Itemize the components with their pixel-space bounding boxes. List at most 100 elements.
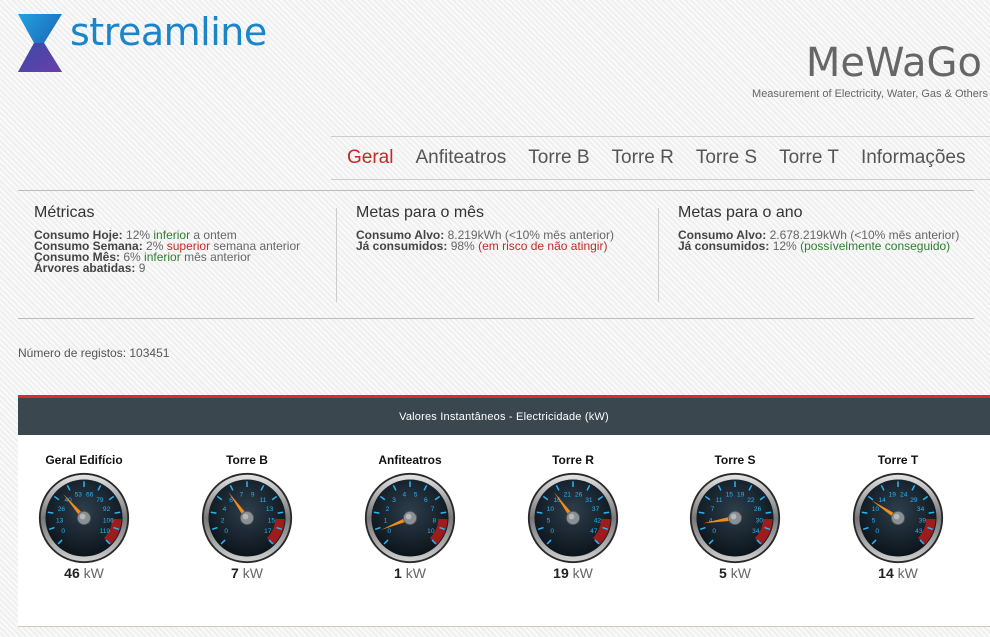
gauge-tick-label: 15 xyxy=(268,517,276,524)
gauge-dial: 0 4 71115 1922 26 30 34 xyxy=(689,472,781,564)
column-separator xyxy=(336,208,337,302)
gauge-tick xyxy=(536,511,543,514)
metrics-section: Métricas Consumo Hoje: 12% inferior a on… xyxy=(34,204,330,274)
gauge-tick-label: 30 xyxy=(756,517,764,524)
gauge-value-number: 1 xyxy=(394,565,402,581)
gauge-title: Geral Edifício xyxy=(45,453,123,467)
instant-values-panel: Valores Instantâneos - Electricidade (kW… xyxy=(18,395,990,627)
gauge-tick-label: 7 xyxy=(431,506,435,513)
metric-month-ref: mês anterior xyxy=(184,250,251,264)
goals-year-consumed: Já consumidos: 12% (possívelmente conseg… xyxy=(678,239,968,253)
gauge-tick xyxy=(861,511,868,514)
app-title: MeWaGo xyxy=(805,40,982,86)
gauge: Torre S 0 4 7 11 15 19 22 26 30 34 5 kW xyxy=(670,453,800,581)
goals-year-consumed-status: (possívelmente conseguido) xyxy=(800,239,951,253)
gauge: Anfiteatros 0 1 2 3 4 5 6 7 8 10 1 kW xyxy=(345,453,475,581)
metric-trees-value: 9 xyxy=(138,261,146,275)
gauge-tick-label: 31 xyxy=(585,497,593,504)
gauge-tick xyxy=(210,511,217,514)
gauge-tick-label: 5 xyxy=(414,492,418,499)
logo-text: streamline xyxy=(70,10,267,54)
gauge-title: Torre B xyxy=(226,453,268,467)
gauge-tick-label: 9 xyxy=(251,492,255,499)
goals-year-title: Metas para o ano xyxy=(678,204,803,221)
nav-item-torre-s[interactable]: Torre S xyxy=(696,147,757,169)
nav-item-geral[interactable]: Geral xyxy=(347,147,393,169)
gauge-title: Torre R xyxy=(552,453,594,467)
gauge-dial: 013264053667992106119 xyxy=(38,472,130,564)
gauge-tick-label: 7 xyxy=(711,506,715,513)
gauge-tick-label: 10 xyxy=(427,528,435,535)
gauge-tick xyxy=(765,511,772,514)
gauge-tick xyxy=(440,511,447,514)
gauge-dial: 0 1 234 567 8 10 xyxy=(364,472,456,564)
metric-month-dir: inferior xyxy=(144,250,181,264)
gauge-tick-label: 5 xyxy=(872,517,876,524)
gauge-title: Torre T xyxy=(877,453,919,467)
gauge-tick-label: 10 xyxy=(872,506,880,513)
gauge-dial: 0 5 10 1419 2429 34 39 43 xyxy=(852,472,944,564)
gauge-tick-label: 24 xyxy=(900,492,908,499)
gauge-tick-label: 53 xyxy=(75,492,83,499)
goals-month-title: Metas para o mês xyxy=(356,204,485,221)
gauge: Geral Edifício01326405366799210611946 kW xyxy=(19,453,149,581)
streamline-logo-icon xyxy=(18,14,62,72)
gauge-value-unit: kW xyxy=(726,565,751,581)
gauge-tick-label: 26 xyxy=(754,506,762,513)
gauge: Torre B 0 2 4 6 7 9 11 13 15 17 7 kW xyxy=(182,453,312,581)
gauge-value-unit: kW xyxy=(568,565,593,581)
gauge-tick-label: 66 xyxy=(86,492,94,499)
metrics-title: Métricas xyxy=(34,204,95,221)
goals-month-consumed-status: (em risco de não atingir) xyxy=(478,239,608,253)
goals-month-consumed-label: Já consumidos: xyxy=(356,239,448,253)
gauge-tick-label: 11 xyxy=(716,497,723,504)
gauge-tick-label: 0 xyxy=(712,528,716,535)
nav-item-torre-r[interactable]: Torre R xyxy=(612,147,674,169)
gauge-value-number: 5 xyxy=(719,565,727,581)
gauge-tick-label: 34 xyxy=(917,506,925,513)
nav-item-torre-t[interactable]: Torre T xyxy=(779,147,839,169)
gauge-dial: 05101621 2631374247 xyxy=(527,472,619,564)
nav-item-informacoes[interactable]: Informações xyxy=(861,147,966,169)
metric-trees-label: Árvores abatidas: xyxy=(34,261,136,275)
nav-item-anfiteatros[interactable]: Anfiteatros xyxy=(415,147,506,169)
gauge-value: 19 kW xyxy=(508,565,638,581)
gauge-tick-label: 119 xyxy=(100,528,111,535)
divider xyxy=(18,190,974,191)
gauge-value: 7 kW xyxy=(182,565,312,581)
gauge-tick-label: 22 xyxy=(747,497,755,504)
gauge-value-unit: kW xyxy=(893,565,918,581)
gauge-tick-label: 4 xyxy=(709,517,713,524)
gauge-tick-label: 19 xyxy=(737,492,745,499)
goals-month-consumed: Já consumidos: 98% (em risco de não atin… xyxy=(356,239,650,253)
goals-year-section: Metas para o ano Consumo Alvo: 2.678.219… xyxy=(678,204,968,252)
gauge-value: 5 kW xyxy=(670,565,800,581)
gauge-title: Anfiteatros xyxy=(378,453,442,467)
gauge-tick-label: 79 xyxy=(96,497,104,504)
streamline-logo[interactable]: streamline xyxy=(18,10,267,74)
gauge-tick-label: 13 xyxy=(56,517,64,524)
goals-month-section: Metas para o mês Consumo Alvo: 8.219kWh … xyxy=(356,204,650,252)
gauge-tick-label: 29 xyxy=(910,497,918,504)
gauge-tick xyxy=(114,511,121,514)
divider xyxy=(18,626,990,627)
gauge-tick-label: 0 xyxy=(387,528,391,535)
gauge-tick-label: 42 xyxy=(594,517,602,524)
gauge-value-unit: kW xyxy=(401,565,426,581)
gauge-dial: 02467 911131517 xyxy=(201,472,293,564)
gauge-tick-label: 10 xyxy=(547,506,555,513)
gauge-tick-label: 4 xyxy=(223,506,227,513)
gauge-tick-label: 0 xyxy=(550,528,554,535)
gauge-value: 46 kW xyxy=(19,565,149,581)
goals-year-consumed-label: Já consumidos: xyxy=(678,239,770,253)
gauge-tick-label: 19 xyxy=(889,492,897,499)
gauge: Torre T 0 5 10 14 19 24 29 34 39 43 14 kW xyxy=(833,453,963,581)
gauge-tick-label: 106 xyxy=(103,517,114,524)
nav-item-torre-b[interactable]: Torre B xyxy=(528,147,589,169)
gauge-tick-label: 15 xyxy=(726,492,734,499)
gauge-value-unit: kW xyxy=(79,565,104,581)
gauge-value: 1 kW xyxy=(345,565,475,581)
panel-title: Valores Instantâneos - Electricidade (kW… xyxy=(18,395,990,435)
gauge-tick-label: 11 xyxy=(259,497,266,504)
column-separator xyxy=(658,208,659,302)
